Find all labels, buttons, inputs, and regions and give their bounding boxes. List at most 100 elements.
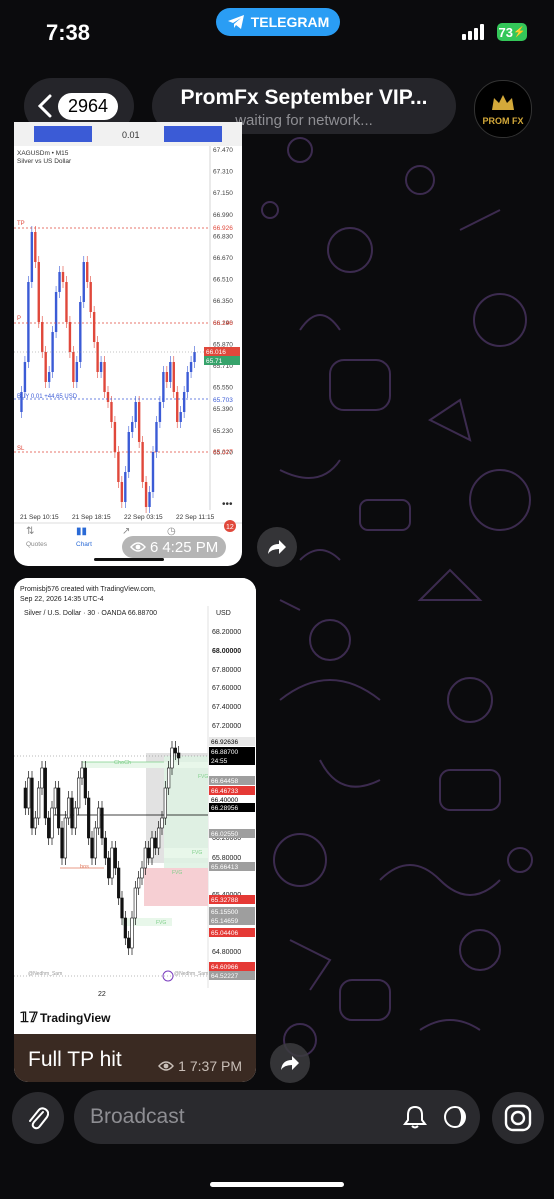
tv-candle-body xyxy=(80,767,84,779)
tv-candle-body xyxy=(130,917,134,949)
tv-candle-body xyxy=(167,767,171,789)
mt5-price-tick: 66.350 xyxy=(213,298,233,305)
buy-price: 65.703 xyxy=(213,397,233,404)
tradingview-chart-screenshot: Promisbj576 created with TradingView.com… xyxy=(14,578,256,1034)
choch-annotation: ChoCh xyxy=(114,760,131,766)
status-time: 7:38 xyxy=(46,20,91,45)
broadcast-input[interactable]: Broadcast xyxy=(74,1090,480,1144)
mt5-candle-body xyxy=(44,352,47,382)
mt5-price-tick: 67.470 xyxy=(213,147,233,154)
mt5-candle-body xyxy=(61,272,65,282)
tv-candle-body xyxy=(170,747,174,769)
tv-candle-body xyxy=(97,807,101,829)
bell-icon[interactable] xyxy=(402,1104,428,1130)
mt5-price-tick: 67.150 xyxy=(213,190,233,197)
tv-candle-body xyxy=(173,747,177,754)
tv-candle-body xyxy=(160,817,164,829)
paperclip-icon xyxy=(29,1107,49,1130)
mt5-candle-body xyxy=(58,272,61,292)
tv-price-tag: 66.92636 xyxy=(211,739,238,746)
tv-candle-body xyxy=(107,857,111,879)
tv-candle-body xyxy=(47,817,51,839)
trade-tab-icon[interactable]: ↗ xyxy=(122,526,130,537)
tv-price-tag: 64.60966 xyxy=(211,964,238,971)
mt5-candle-body xyxy=(75,362,79,382)
crown-icon xyxy=(492,95,514,110)
tv-candle-body xyxy=(60,827,64,859)
tv-header-line2: Sep 22, 2026 14:35 UTC-4 xyxy=(20,596,104,603)
tv-candle-body xyxy=(163,787,167,819)
tv-candle-body xyxy=(63,817,67,859)
forward-button-1[interactable] xyxy=(257,527,297,567)
tv-candle-body xyxy=(90,837,94,859)
mt5-candle-body xyxy=(186,372,189,392)
forward-arrow-icon xyxy=(281,1056,299,1070)
mt5-candle-body xyxy=(151,452,155,492)
tv-candle-body xyxy=(57,787,61,829)
mt5-candle-body xyxy=(47,372,51,382)
fvg-annotation-2: FVG xyxy=(192,850,202,856)
tv-candle-body xyxy=(83,767,87,799)
message-photo-1[interactable]: 0.01 XAGUSDm • M15 Silver vs US Dollar 6… xyxy=(14,122,242,566)
camera-button[interactable] xyxy=(492,1092,544,1144)
quotes-tab-icon[interactable]: ⇅ xyxy=(26,526,34,537)
mt5-candle-body xyxy=(162,372,165,402)
tv-price-tick: 67.80000 xyxy=(212,667,241,674)
battery-level: 73 xyxy=(498,24,513,40)
mt5-candle-body xyxy=(72,352,75,382)
mt5-candle-body xyxy=(30,232,34,282)
mt5-candle-body xyxy=(34,232,37,262)
mt5-symbol: XAGUSDm • M15 xyxy=(17,150,69,157)
tv-price-tag: 65.14659 xyxy=(211,918,238,925)
tv-brand: TradingView xyxy=(40,1011,111,1025)
mt5-candle-body xyxy=(23,362,27,392)
mt5-price-tick: 66.830 xyxy=(213,233,233,240)
time-tick-4: 22 Sep 11:15 xyxy=(176,514,215,521)
views-eye-icon xyxy=(158,1061,174,1071)
tv-candle-body xyxy=(73,807,77,829)
telegram-icon xyxy=(227,15,244,29)
unread-count-badge: 2964 xyxy=(58,92,119,120)
mt5-candle-body xyxy=(82,262,85,302)
schedule-moon-icon[interactable] xyxy=(442,1104,468,1130)
broadcast-placeholder: Broadcast xyxy=(90,1105,185,1128)
tv-candle-body xyxy=(137,877,141,889)
mt5-candle-body xyxy=(110,402,113,422)
mt5-price-tick: 67.310 xyxy=(213,169,233,176)
message-photo-2[interactable]: Promisbj576 created with TradingView.com… xyxy=(14,578,256,1082)
chevron-left-icon xyxy=(38,94,52,118)
tv-price-tag: 66.46733 xyxy=(211,788,238,795)
tv-candle-body xyxy=(37,787,41,819)
tv-candle-body xyxy=(150,837,154,859)
chart-tab-icon[interactable]: ▮▮ xyxy=(76,526,87,537)
channel-avatar[interactable]: PROM FX xyxy=(474,80,532,138)
return-to-telegram-pill[interactable]: TELEGRAM xyxy=(216,8,340,36)
mt5-candle-body xyxy=(120,482,124,502)
tv-price-tag: 66.88700 xyxy=(211,749,238,756)
mt5-price-tick: 66.670 xyxy=(213,255,233,262)
fvg-annotation-1: FVG xyxy=(198,774,208,780)
mt5-candle-body xyxy=(182,392,186,412)
message1-time: 4:25 PM xyxy=(162,538,219,556)
mt5-candle-body xyxy=(131,422,134,432)
tv-candle-body xyxy=(120,897,124,919)
tv-instrument: Silver / U.S. Dollar · 30 · OANDA 66.887… xyxy=(24,610,157,617)
mt5-candle-body xyxy=(92,312,96,342)
tv-candle-body xyxy=(67,797,71,819)
mt5-candle-body xyxy=(113,422,117,452)
mt5-candles xyxy=(20,226,196,513)
tv-candle-body xyxy=(110,847,114,879)
avatar-label: PROM FX xyxy=(482,116,524,126)
tv-price-tag: 66.40000 xyxy=(211,797,238,804)
tv-price-tag: 66.28956 xyxy=(211,805,238,812)
tv-candle-body xyxy=(123,917,127,939)
tv-candle-body xyxy=(157,827,161,849)
forward-button-2[interactable] xyxy=(270,1043,310,1083)
tv-candle-body xyxy=(33,817,37,829)
mt5-candle-body xyxy=(86,262,89,282)
sl-price: 65.327 xyxy=(213,449,233,456)
tv-price-tick: 67.40000 xyxy=(212,704,241,711)
forward-arrow-icon xyxy=(268,540,286,554)
attach-button[interactable] xyxy=(12,1092,64,1144)
fvg-annotation-4: FVG xyxy=(156,920,166,926)
